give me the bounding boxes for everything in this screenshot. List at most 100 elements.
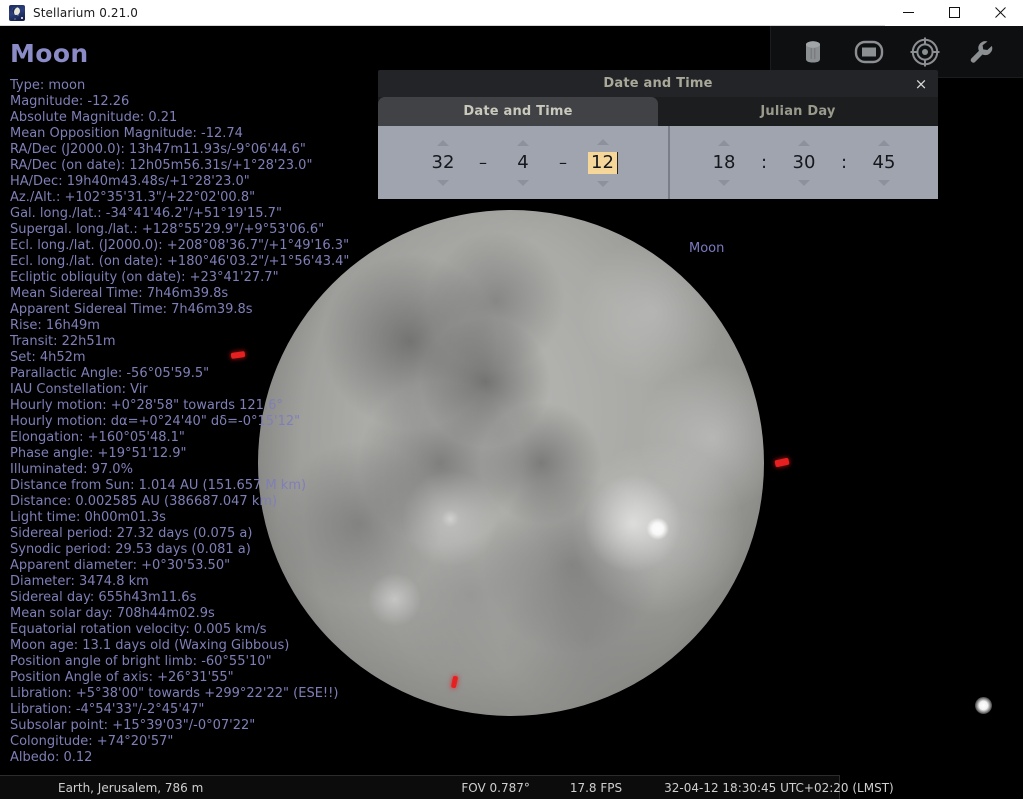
month-spinner[interactable]: 4 — [496, 140, 550, 186]
info-line: Ecl. long./lat. (on date): +180°46'03.2"… — [10, 254, 380, 270]
dialog-titlebar[interactable]: Date and Time × — [378, 70, 938, 97]
month-increment-icon[interactable] — [517, 140, 529, 146]
info-line: Transit: 22h51m — [10, 334, 380, 350]
info-line: IAU Constellation: Vir — [10, 382, 380, 398]
minute-decrement-icon[interactable] — [798, 180, 810, 186]
maximize-button[interactable] — [931, 0, 977, 26]
info-line: Distance from Sun: 1.014 AU (151.657 M k… — [10, 478, 380, 494]
info-line: Illuminated: 97.0% — [10, 462, 380, 478]
display-options-button[interactable] — [849, 32, 889, 72]
object-info-panel: Moon Type: moon Magnitude: -12.26 Absolu… — [0, 26, 380, 766]
info-line: Hourly motion: dα=+0°24'40" dδ=-0°15'12" — [10, 414, 380, 430]
time-spin-group: 18 : 30 : 45 — [697, 140, 911, 186]
minimize-button[interactable] — [885, 0, 931, 26]
minute-value[interactable]: 30 — [793, 153, 816, 173]
info-line: Apparent diameter: +0°30'53.50" — [10, 558, 380, 574]
hour-spinner[interactable]: 18 — [697, 140, 751, 186]
trash-icon — [800, 38, 826, 66]
info-line: Subsolar point: +15°39'03"/-0°07'22" — [10, 718, 380, 734]
year-increment-icon[interactable] — [437, 140, 449, 146]
info-line: Position Angle of axis: +26°31'55" — [10, 670, 380, 686]
info-line: Apparent Sidereal Time: 7h46m39.8s — [10, 302, 380, 318]
configuration-button[interactable] — [961, 32, 1001, 72]
tab-date-and-time[interactable]: Date and Time — [378, 97, 658, 126]
info-line: Sidereal day: 655h43m11.6s — [10, 590, 380, 606]
page-title: Moon — [10, 39, 380, 68]
info-line: Diameter: 3474.8 km — [10, 574, 380, 590]
time-separator: : — [751, 152, 777, 173]
info-line: RA/Dec (on date): 12h05m56.31s/+1°28'23.… — [10, 158, 380, 174]
status-fps: 17.8 FPS — [570, 781, 622, 795]
year-decrement-icon[interactable] — [437, 180, 449, 186]
info-line: Equatorial rotation velocity: 0.005 km/s — [10, 622, 380, 638]
info-line: Az./Alt.: +102°35'31.3"/+22°02'00.8" — [10, 190, 380, 206]
status-bar: Earth, Jerusalem, 786 m FOV 0.787° 17.8 … — [0, 775, 840, 799]
date-pane: 32 – 4 – 12 — [378, 126, 668, 199]
second-increment-icon[interactable] — [878, 140, 890, 146]
year-spinner[interactable]: 32 — [416, 140, 470, 186]
info-line: Mean solar day: 708h44m02.9s — [10, 606, 380, 622]
info-line: Mean Opposition Magnitude: -12.74 — [10, 126, 380, 142]
second-value[interactable]: 45 — [873, 153, 896, 173]
second-spinner[interactable]: 45 — [857, 140, 911, 186]
date-separator: – — [550, 153, 576, 172]
trash-button[interactable] — [793, 32, 833, 72]
target-icon — [910, 37, 940, 67]
info-line: HA/Dec: 19h40m43.48s/+1°28'23.0" — [10, 174, 380, 190]
info-line: Phase angle: +19°51'12.9" — [10, 446, 380, 462]
second-decrement-icon[interactable] — [878, 180, 890, 186]
info-line: Magnitude: -12.26 — [10, 94, 380, 110]
date-spin-group: 32 – 4 – 12 — [416, 139, 630, 187]
sky-object-bright-star[interactable] — [975, 697, 992, 714]
moon-sky-label: Moon — [689, 241, 724, 256]
info-line: Colongitude: +74°20'57" — [10, 734, 380, 750]
day-decrement-icon[interactable] — [597, 181, 609, 187]
info-line: Ecl. long./lat. (J2000.0): +208°08'36.7"… — [10, 238, 380, 254]
info-line: Libration: -4°54'33"/-2°45'47" — [10, 702, 380, 718]
day-spinner[interactable]: 12 — [576, 139, 630, 187]
window-controls — [885, 0, 1023, 26]
window-titlebar: Stellarium 0.21.0 — [0, 0, 1023, 26]
info-line: Distance: 0.002585 AU (386687.047 km) — [10, 494, 380, 510]
dialog-close-icon[interactable]: × — [910, 73, 932, 95]
dialog-body: 32 – 4 – 12 — [378, 126, 938, 199]
hour-decrement-icon[interactable] — [718, 180, 730, 186]
dialog-title: Date and Time — [603, 76, 712, 91]
month-decrement-icon[interactable] — [517, 180, 529, 186]
info-line: Position angle of bright limb: -60°55'10… — [10, 654, 380, 670]
info-line: Gal. long./lat.: -34°41'46.2"/+51°19'15.… — [10, 206, 380, 222]
info-line: Rise: 16h49m — [10, 318, 380, 334]
center-object-button[interactable] — [905, 32, 945, 72]
info-line: Hourly motion: +0°28'58" towards 121.6° — [10, 398, 380, 414]
date-separator: – — [470, 153, 496, 172]
info-line: Supergal. long./lat.: +128°55'29.9"/+9°5… — [10, 222, 380, 238]
stellarium-icon — [9, 5, 25, 21]
info-line: Parallactic Angle: -56°05'59.5" — [10, 366, 380, 382]
status-fov: FOV 0.787° — [461, 781, 530, 795]
day-value[interactable]: 12 — [588, 152, 618, 174]
dialog-tabs: Date and Time Julian Day — [378, 97, 938, 126]
wrench-icon — [967, 38, 995, 66]
date-time-dialog[interactable]: Date and Time × Date and Time Julian Day… — [378, 70, 938, 199]
info-line: Absolute Magnitude: 0.21 — [10, 110, 380, 126]
info-line: Set: 4h52m — [10, 350, 380, 366]
close-button[interactable] — [977, 0, 1023, 26]
hour-value[interactable]: 18 — [713, 153, 736, 173]
info-line: Mean Sidereal Time: 7h46m39.8s — [10, 286, 380, 302]
tab-julian-day[interactable]: Julian Day — [658, 97, 938, 126]
minute-increment-icon[interactable] — [798, 140, 810, 146]
day-increment-icon[interactable] — [597, 139, 609, 145]
year-value[interactable]: 32 — [432, 153, 455, 173]
hour-increment-icon[interactable] — [718, 140, 730, 146]
stellarium-window: Stellarium 0.21.0 Moon Moon — [0, 0, 1023, 799]
time-pane: 18 : 30 : 45 — [668, 126, 938, 199]
info-line: Type: moon — [10, 78, 380, 94]
status-datetime[interactable]: 32-04-12 18:30:45 UTC+02:20 (LMST) — [664, 781, 894, 795]
status-location[interactable]: Earth, Jerusalem, 786 m — [58, 781, 203, 795]
info-line: Elongation: +160°05'48.1" — [10, 430, 380, 446]
info-line: Albedo: 0.12 — [10, 750, 380, 766]
time-separator: : — [831, 152, 857, 173]
object-info-list: Type: moon Magnitude: -12.26 Absolute Ma… — [10, 78, 380, 766]
minute-spinner[interactable]: 30 — [777, 140, 831, 186]
month-value[interactable]: 4 — [517, 153, 528, 173]
